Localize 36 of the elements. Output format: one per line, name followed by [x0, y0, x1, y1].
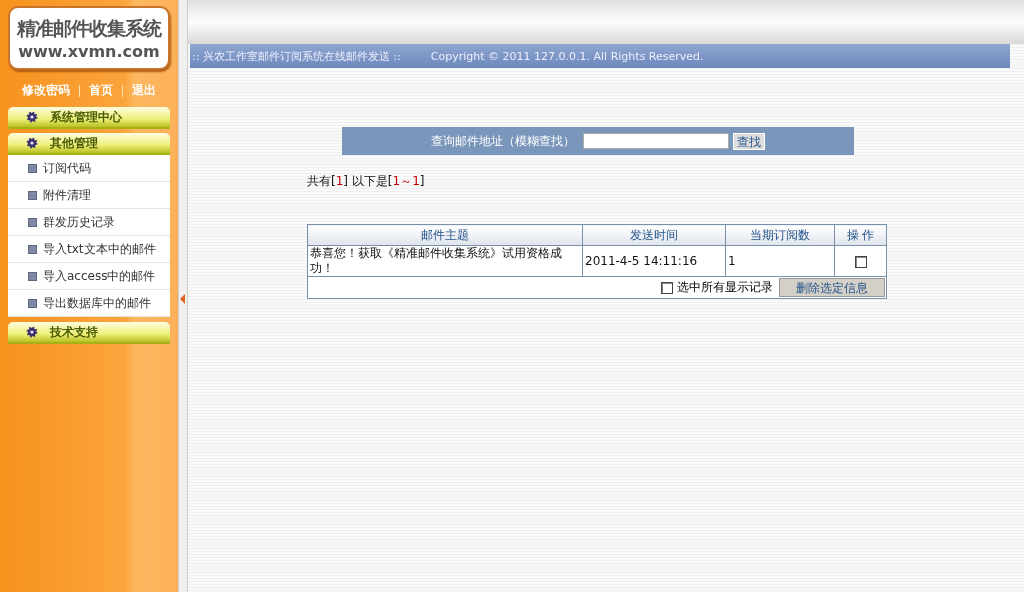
- search-field[interactable]: [583, 133, 729, 149]
- menu-item[interactable]: 群发历史记录: [8, 209, 170, 236]
- section-header[interactable]: 技术支持: [8, 322, 170, 344]
- menu-item[interactable]: 附件清理: [8, 182, 170, 209]
- menu-item[interactable]: 导出数据库中的邮件: [8, 290, 170, 317]
- logo-title: 精准邮件收集系统: [17, 15, 161, 41]
- gear-icon: [26, 111, 38, 123]
- section-header[interactable]: 系统管理中心: [8, 107, 170, 129]
- search-button[interactable]: 查找: [733, 132, 765, 150]
- row-checkbox[interactable]: [854, 255, 867, 268]
- header-title: :: 兴农工作室邮件订阅系统在线邮件发送 ::: [192, 48, 401, 64]
- logo-url: www.xvmn.com: [18, 41, 160, 61]
- separator-bar: [122, 84, 123, 97]
- table-cell: 1: [725, 245, 835, 277]
- section-label: 其他管理: [50, 134, 98, 152]
- gear-icon: [26, 326, 38, 338]
- column-header: 操 作: [834, 224, 887, 246]
- record-count-text: 共有[1] 以下是[1～1]: [307, 173, 426, 190]
- section-label: 技术支持: [50, 323, 98, 341]
- column-header: 邮件主题: [307, 224, 583, 246]
- gear-icon: [26, 137, 38, 149]
- table-cell: 恭喜您！获取《精准邮件收集系统》试用资格成功！: [307, 245, 583, 277]
- section-label: 系统管理中心: [50, 108, 122, 126]
- section-header[interactable]: 其他管理: [8, 133, 170, 155]
- column-header: 当期订阅数: [725, 224, 835, 246]
- menu-item[interactable]: 订阅代码: [8, 155, 170, 182]
- separator-bar: [79, 84, 80, 97]
- copyright-text: Copyright © 2011 127.0.0.1. All Rights Reserved.: [430, 49, 704, 63]
- select-all-label: 选中所有显示记录: [677, 279, 773, 296]
- search-label: 查询邮件地址（模糊查找）: [431, 132, 575, 150]
- delete-selected-button[interactable]: 删除选定信息: [779, 278, 885, 297]
- table-cell: 2011-4-5 14:11:16: [582, 245, 726, 277]
- select-all-checkbox[interactable]: [661, 281, 673, 294]
- menu-item[interactable]: 导入txt文本中的邮件: [8, 236, 170, 263]
- column-header: 发送时间: [582, 224, 726, 246]
- menu-item[interactable]: 导入access中的邮件: [8, 263, 170, 290]
